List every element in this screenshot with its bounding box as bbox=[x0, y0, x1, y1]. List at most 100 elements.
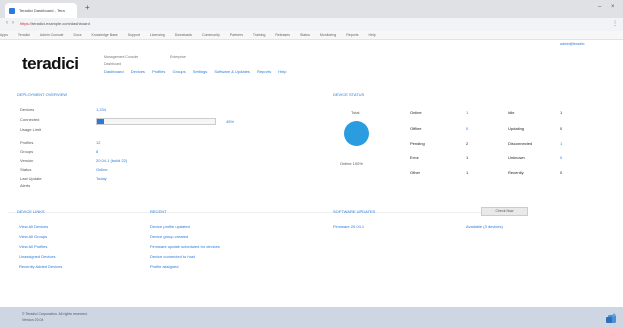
check-updates-button[interactable]: Check Now bbox=[481, 207, 528, 216]
row-label: Version bbox=[20, 158, 34, 163]
page-subtitle: Dashboard bbox=[104, 62, 122, 66]
nav-groups[interactable]: Groups bbox=[173, 69, 186, 74]
browser-tab[interactable]: Teradici Dashboard - Tera bbox=[5, 3, 77, 18]
row-label: Last Update bbox=[20, 176, 42, 181]
bookmarks-bar: Apps Teradici Admin Console Docs Knowled… bbox=[0, 31, 623, 40]
minimize-icon[interactable]: – bbox=[598, 4, 601, 10]
main-nav: Dashboard Devices Profiles Groups Settin… bbox=[104, 69, 292, 74]
nav-settings[interactable]: Settings bbox=[193, 69, 207, 74]
url-scheme: https:// bbox=[20, 21, 33, 26]
bookmark-item[interactable]: Docs bbox=[73, 33, 81, 37]
nav-help[interactable]: Help bbox=[278, 69, 286, 74]
nav-profiles[interactable]: Profiles bbox=[152, 69, 165, 74]
bookmark-item[interactable]: Partners bbox=[230, 33, 243, 37]
page-footer: © Teradici Corporation. All rights reser… bbox=[0, 307, 623, 327]
row-value[interactable]: 1,234 bbox=[96, 107, 106, 112]
close-icon[interactable]: × bbox=[611, 4, 615, 10]
footer-copyright: © Teradici Corporation. All rights reser… bbox=[22, 312, 88, 316]
bookmark-item[interactable]: Downloads bbox=[175, 33, 192, 37]
device-link[interactable]: Recently Added Devices bbox=[19, 264, 62, 269]
row-value: Online bbox=[96, 167, 108, 172]
progress-value: 45% bbox=[226, 119, 235, 124]
bookmark-item[interactable]: Training bbox=[253, 33, 266, 37]
stat-label: Unknown bbox=[508, 155, 525, 160]
stat-value[interactable]: 0 bbox=[560, 170, 562, 175]
stat-label: Recently bbox=[508, 170, 524, 175]
recent-item[interactable]: Firmware update scheduled for devices bbox=[150, 244, 220, 249]
stat-label: Idle bbox=[508, 110, 515, 115]
stat-value[interactable]: 1 bbox=[466, 155, 468, 160]
row-value: Today bbox=[96, 176, 107, 181]
stat-value[interactable]: 0 bbox=[560, 126, 562, 131]
nav-software-updates[interactable]: Software & Updates bbox=[214, 69, 250, 74]
stat-label: Disconnected bbox=[508, 141, 533, 146]
url-path: teradici.example.com/dashboard bbox=[32, 21, 90, 26]
bookmark-item[interactable]: Help bbox=[368, 33, 375, 37]
browser-tab-bar: Teradici Dashboard - Tera + – × bbox=[0, 0, 623, 18]
stat-value[interactable]: 0 bbox=[466, 126, 468, 131]
chart-caption: Online 100% bbox=[340, 161, 363, 166]
new-tab-button[interactable]: + bbox=[85, 3, 90, 12]
bookmark-item[interactable]: Admin Console bbox=[40, 33, 64, 37]
update-row-label[interactable]: Firmware 20.04.1 bbox=[333, 224, 364, 229]
stat-label: Pending bbox=[410, 141, 425, 146]
row-label: Profiles bbox=[20, 140, 34, 145]
recent-item[interactable]: Device profile updated bbox=[150, 224, 190, 229]
row-label: Devices bbox=[20, 107, 35, 112]
status-pie-chart bbox=[344, 121, 369, 146]
stat-value[interactable]: 1 bbox=[560, 110, 562, 115]
back-icon[interactable]: ‹ bbox=[6, 20, 8, 26]
total-label: Total bbox=[351, 110, 360, 115]
usage-progress-fill bbox=[97, 119, 105, 124]
bookmark-item[interactable]: Knowledge Base bbox=[91, 33, 117, 37]
stat-value[interactable]: 0 bbox=[560, 155, 562, 160]
row-label: Connected bbox=[20, 117, 40, 122]
update-row-value: Available (3 devices) bbox=[466, 224, 503, 229]
teams-app-icon[interactable] bbox=[605, 313, 617, 325]
stat-value[interactable]: 1 bbox=[560, 141, 562, 146]
edition-label: Enterprise bbox=[170, 55, 186, 59]
bookmark-item[interactable]: Community bbox=[202, 33, 220, 37]
footer-version: Version 20.04 bbox=[22, 318, 44, 322]
address-bar: ‹ › https://teradici.example.com/dashboa… bbox=[0, 18, 623, 32]
device-link[interactable]: View All Profiles bbox=[19, 244, 47, 249]
usage-progress-bar bbox=[96, 118, 216, 125]
stat-label: Error bbox=[410, 155, 419, 160]
bookmark-item[interactable]: Licensing bbox=[150, 33, 165, 37]
stat-label: Offline bbox=[410, 126, 422, 131]
stat-value[interactable]: 2 bbox=[466, 141, 468, 146]
bookmark-item[interactable]: Status bbox=[300, 33, 310, 37]
bookmark-item[interactable]: Teradici bbox=[18, 33, 30, 37]
device-links-title: DEVICE LINKS bbox=[17, 209, 45, 214]
nav-devices[interactable]: Devices bbox=[131, 69, 145, 74]
url-field[interactable]: https://teradici.example.com/dashboard bbox=[20, 21, 90, 26]
bookmark-item[interactable]: Monitoring bbox=[320, 33, 336, 37]
stat-label: Other bbox=[410, 170, 421, 175]
forward-icon[interactable]: › bbox=[12, 20, 14, 26]
stat-value[interactable]: 1 bbox=[466, 170, 468, 175]
overview-section-title: DEPLOYMENT OVERVIEW bbox=[17, 92, 68, 97]
device-link[interactable]: Unassigned Devices bbox=[19, 254, 55, 259]
bookmark-item[interactable]: Apps bbox=[0, 33, 8, 37]
stat-value[interactable]: 1 bbox=[466, 110, 468, 115]
device-link[interactable]: View All Devices bbox=[19, 224, 48, 229]
recent-item[interactable]: Device connected to host bbox=[150, 254, 195, 259]
nav-dashboard[interactable]: Dashboard bbox=[104, 69, 124, 74]
row-label: Usage Limit bbox=[20, 127, 42, 132]
user-link[interactable]: admin@teradici bbox=[560, 42, 584, 46]
device-link[interactable]: View All Groups bbox=[19, 234, 47, 239]
software-updates-title: SOFTWARE UPDATES bbox=[333, 209, 376, 214]
browser-menu-icon[interactable]: ⋮ bbox=[612, 20, 618, 27]
row-value[interactable]: 12 bbox=[96, 140, 100, 145]
bookmark-item[interactable]: Reports bbox=[346, 33, 358, 37]
row-value[interactable]: 8 bbox=[96, 149, 98, 154]
row-value: 20.04.1 (build 22) bbox=[96, 158, 128, 163]
recent-title: RECENT bbox=[150, 209, 167, 214]
recent-item[interactable]: Device group created bbox=[150, 234, 188, 239]
tab-title: Teradici Dashboard - Tera bbox=[19, 8, 65, 13]
row-label: Status bbox=[20, 167, 32, 172]
recent-item[interactable]: Profile assigned bbox=[150, 264, 178, 269]
bookmark-item[interactable]: Releases bbox=[275, 33, 290, 37]
bookmark-item[interactable]: Support bbox=[128, 33, 140, 37]
nav-reports[interactable]: Reports bbox=[257, 69, 271, 74]
